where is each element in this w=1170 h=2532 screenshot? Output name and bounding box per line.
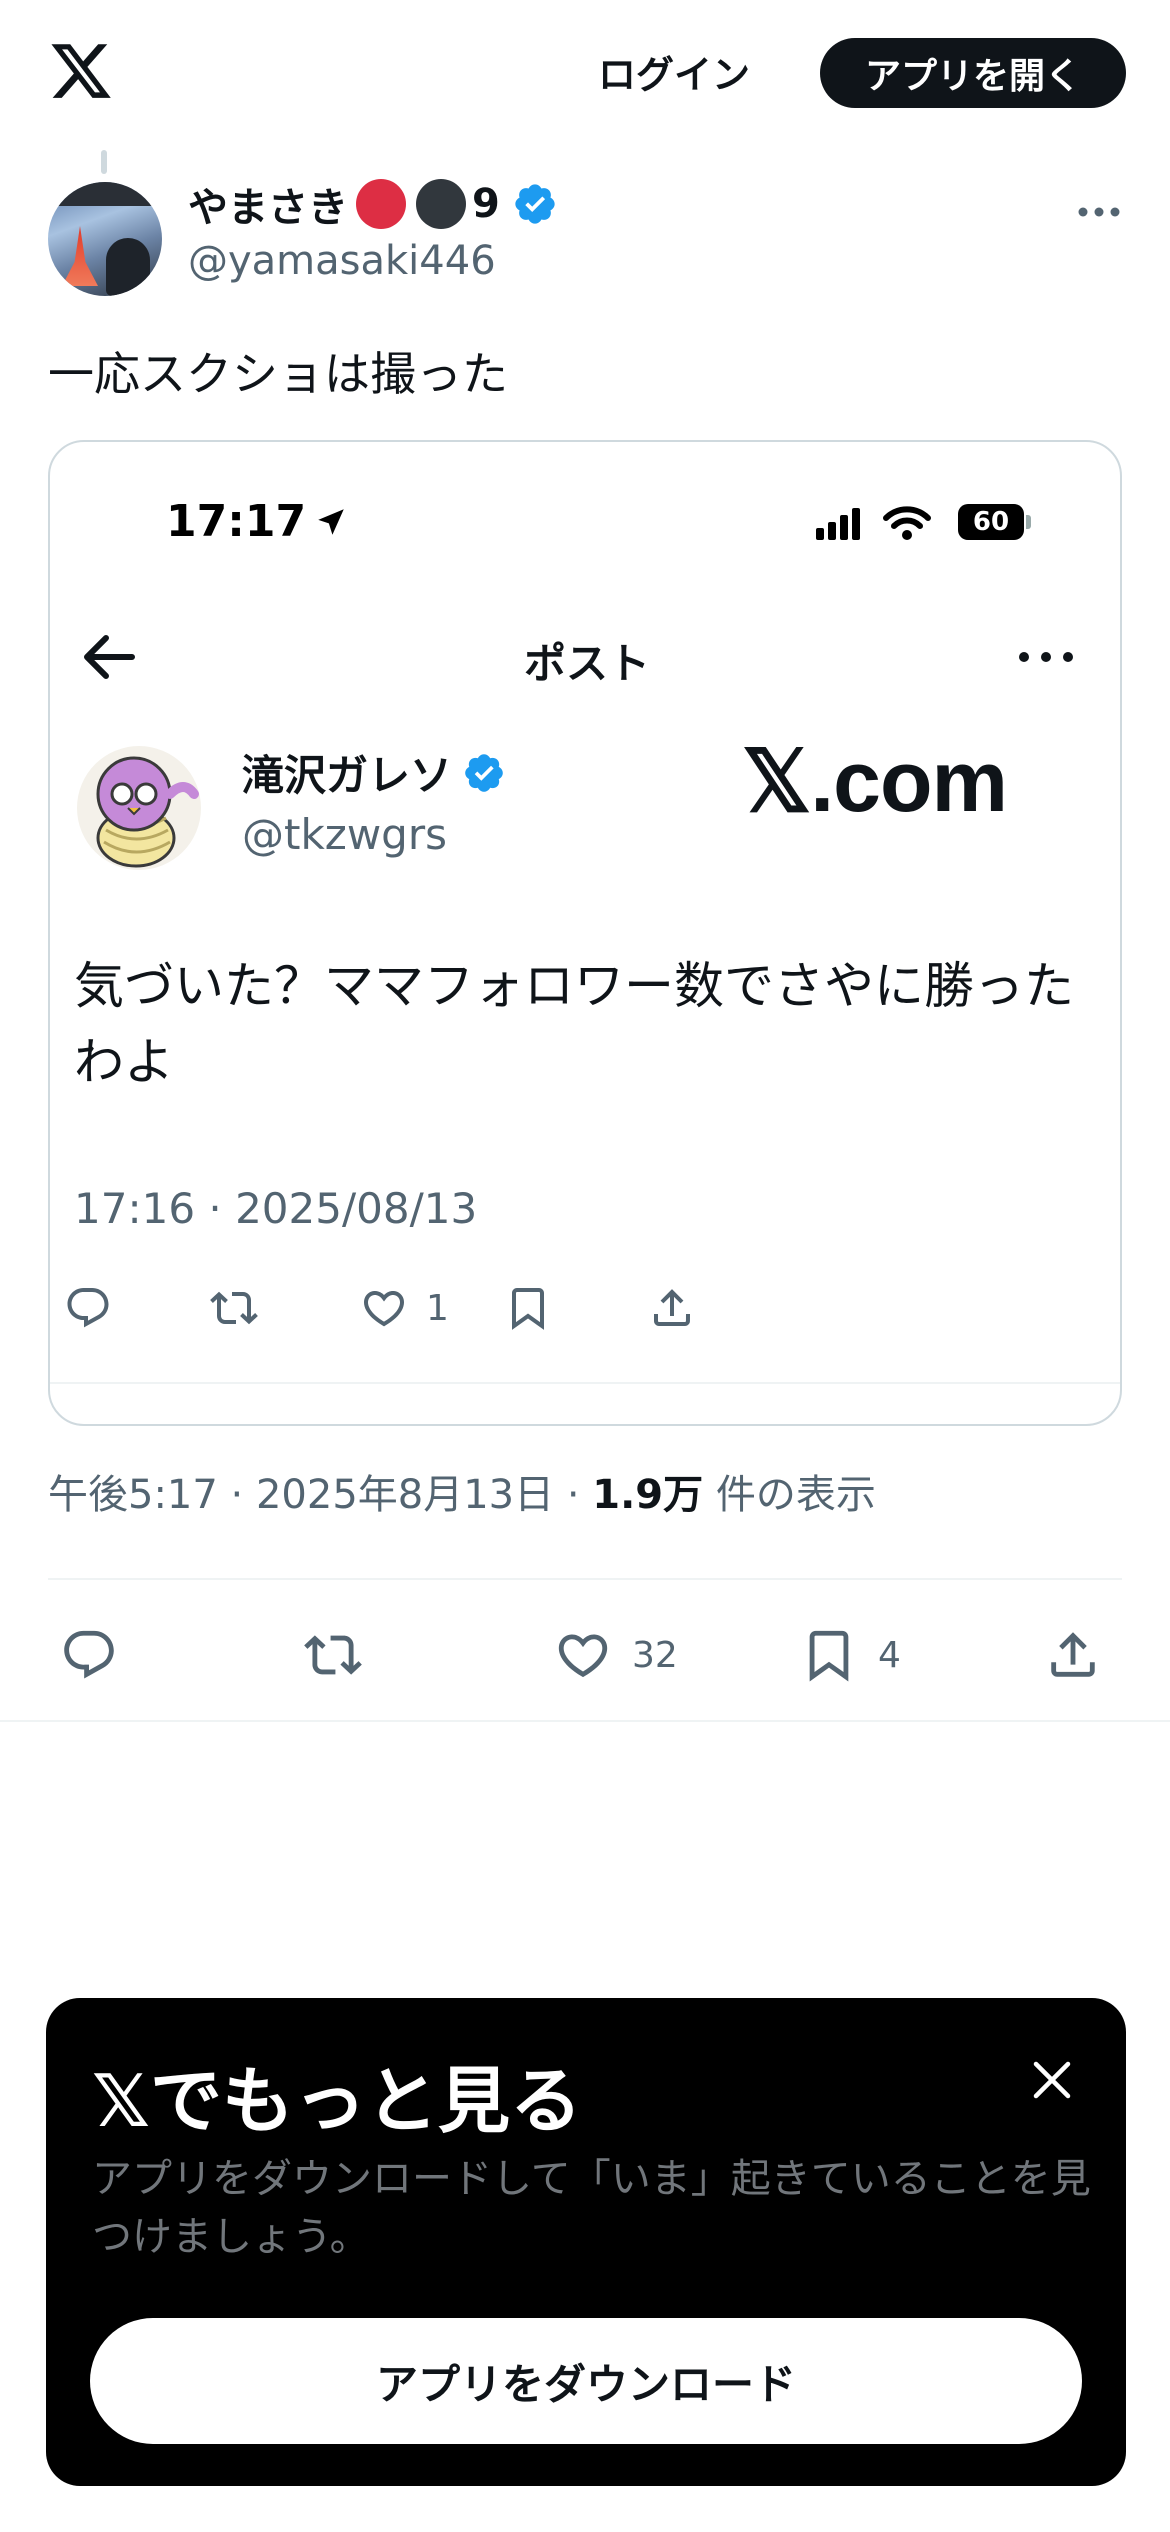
open-app-button[interactable]: アプリを開く [820,38,1126,108]
share-icon [1051,1632,1095,1677]
views-label: 件の表示 [703,1472,876,1518]
screenshot-more-icon [1019,652,1073,662]
more-options-icon[interactable] [1074,192,1124,232]
app-promo-banner: 𝕏でもっと見る アプリをダウンロードして「いま」起きていることを見つけましょう。… [46,1998,1126,2486]
post-action-bar: 32 4 [0,1620,1170,1690]
battery-indicator: 60 [958,504,1024,540]
screenshot-watermark: 𝕏.com [742,734,1008,830]
screenshot-author-name: 滝沢ガレソ [242,751,453,800]
avatar[interactable] [48,182,162,296]
screenshot-verified-icon [465,753,503,792]
bookmark-button[interactable]: 4 [800,1620,901,1690]
screenshot-post-text: 気づいた？ママフォロワー数でさやに勝ったわよ [74,957,1074,1091]
x-logo-icon[interactable] [46,38,116,104]
screenshot-repost [210,1278,258,1338]
login-link[interactable]: ログイン [598,44,750,99]
top-bar: ログイン アプリを開く [0,0,1170,140]
post-timestamp[interactable]: 午後5:17 · 2025年8月13日 · [48,1472,592,1518]
screenshot-like: 1 [360,1278,449,1338]
attached-image[interactable]: 17:17 60 ポスト 滝沢ガレソ @tkzwgrs 𝕏.com 気づいた？マ… [48,440,1122,1426]
thread-line [101,150,107,174]
location-arrow-icon [318,508,344,535]
author-handle[interactable]: @yamasaki446 [188,238,496,284]
screenshot-heart-icon [363,1291,405,1327]
bookmark-count: 4 [878,1634,901,1676]
screenshot-bookmark-icon [512,1288,544,1330]
like-count: 32 [632,1634,678,1676]
reply-icon [64,1630,114,1679]
post-page: ログイン アプリを開く やまさき 9 @yamasaki446 一応スクショは撮… [0,0,1170,2532]
screenshot-separator [50,1382,1120,1384]
screenshot-author-handle: @tkzwgrs [242,810,447,859]
screenshot-action-bar: 1 [50,1278,1120,1338]
repost-button[interactable] [304,1620,362,1690]
verified-badge-icon[interactable] [512,181,558,227]
screenshot-reply [64,1278,112,1338]
divider [48,1578,1122,1580]
close-icon[interactable] [1030,2058,1074,2102]
share-button[interactable] [1044,1620,1102,1690]
screenshot-repost-icon [210,1291,258,1325]
black-circle-emoji-icon [416,179,466,229]
author-name-row[interactable]: やまさき 9 [188,176,558,232]
heart-icon [558,1634,608,1678]
divider [0,1720,1170,1722]
promo-text: アプリをダウンロードして「いま」起きていることを見つけましょう。 [92,2156,1091,2260]
like-button[interactable]: 32 [554,1620,678,1690]
promo-title: 𝕏でもっと見る [92,2059,583,2143]
download-app-button[interactable]: アプリをダウンロード [90,2318,1082,2444]
screenshot-author-name-row: 滝沢ガレソ [242,742,506,803]
reply-button[interactable] [60,1620,118,1690]
post-meta: 午後5:17 · 2025年8月13日 · 1.9万 件の表示 [48,1462,876,1520]
screenshot-status-time: 17:17 [166,496,348,547]
views-count: 1.9万 [592,1472,704,1518]
screenshot-post-date: 17:16 · 2025/08/13 [74,1184,478,1233]
screenshot-share-icon [654,1289,690,1326]
bookmark-icon [809,1630,849,1682]
screenshot-bookmark [504,1278,552,1338]
screenshot-share [648,1278,696,1338]
screenshot-reply-icon [67,1288,109,1328]
battery-tip [1026,515,1031,529]
repost-icon [304,1635,362,1675]
screenshot-like-count: 1 [426,1287,449,1329]
display-name[interactable]: やまさき [188,175,348,233]
screenshot-author-avatar [77,746,201,870]
red-circle-emoji-icon [356,179,406,229]
post-text: 一応スクショは撮った [48,347,508,401]
screenshot-header-title: ポスト [523,639,650,688]
display-name-suffix: 9 [472,181,500,227]
